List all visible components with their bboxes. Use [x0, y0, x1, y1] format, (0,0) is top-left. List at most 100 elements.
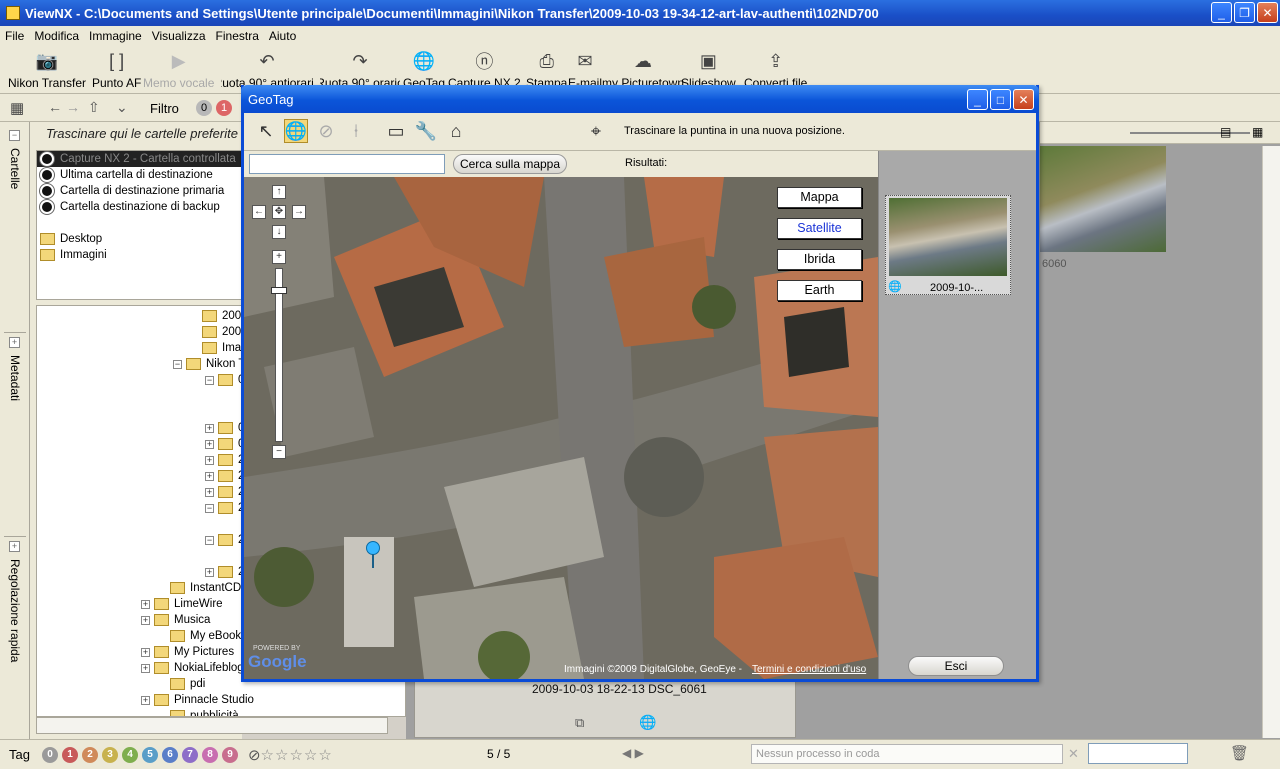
track-icon[interactable]: ⍿ [344, 119, 368, 143]
vertical-scrollbar[interactable] [1262, 146, 1280, 738]
favorite-item[interactable]: Cartella destinazione di backup [37, 199, 241, 215]
remove-pin-icon[interactable]: ⊘ [314, 119, 338, 143]
dialog-close-button[interactable]: ✕ [1013, 89, 1034, 110]
nikon-transfer-button[interactable]: 📷 Nikon Transfer [8, 46, 86, 94]
tree-item[interactable]: pdi [157, 676, 205, 692]
wrench-icon[interactable]: 🔧 [414, 119, 438, 143]
rating-stars[interactable]: ☆☆☆☆☆ [261, 746, 333, 764]
tree-item[interactable]: + My Pictures [141, 644, 234, 660]
tag-4[interactable]: 4 [121, 746, 138, 763]
tab-cartelle[interactable]: − Cartelle [4, 126, 26, 326]
back-arrow-icon[interactable]: ← [48, 99, 62, 115]
expand-icon[interactable]: + [141, 695, 150, 705]
expand-icon[interactable]: + [9, 541, 20, 552]
dialog-maximize-button[interactable]: □ [990, 89, 1011, 110]
zoom-out-icon[interactable]: − [272, 445, 286, 459]
map-search-input[interactable] [249, 154, 445, 174]
tag-9[interactable]: 9 [221, 746, 238, 763]
expand-icon[interactable]: + [141, 663, 150, 673]
pointer-arrow-icon[interactable]: ↖ [254, 119, 278, 143]
tag-8[interactable]: 8 [201, 746, 218, 763]
pan-left-icon[interactable]: ← [252, 205, 266, 219]
pan-center-icon[interactable]: ✥ [272, 205, 286, 219]
map-pin-icon[interactable] [366, 541, 380, 555]
expand-icon[interactable]: + [205, 567, 214, 577]
cancel-icon[interactable]: ✕ [1068, 746, 1079, 762]
collapse-icon[interactable]: − [9, 130, 20, 141]
search-input[interactable] [1088, 743, 1188, 764]
tag-2[interactable]: 2 [81, 746, 98, 763]
tree-item[interactable]: + LimeWire [141, 596, 223, 612]
collapse-icon[interactable]: − [205, 503, 214, 513]
tree-item[interactable]: My eBooks [157, 628, 247, 644]
favorite-item[interactable]: Capture NX 2 - Cartella controllata [37, 151, 241, 167]
map-type-earth[interactable]: Earth [777, 280, 862, 301]
expand-icon[interactable]: + [205, 423, 214, 433]
collapse-icon[interactable]: − [205, 375, 214, 385]
terms-link[interactable]: Termini e condizioni d'uso [752, 664, 866, 675]
tab-regolazione-rapida[interactable]: + Regolazione rapida [4, 536, 26, 736]
forward-arrow-icon[interactable]: → [66, 99, 80, 115]
tag-3[interactable]: 3 [101, 746, 118, 763]
list-view-icon[interactable]: ▤ [1220, 125, 1231, 139]
globe-icon[interactable]: 🌐 [284, 119, 308, 143]
collapse-icon[interactable]: − [205, 535, 214, 545]
grid-view-icon[interactable]: ▦ [10, 99, 24, 117]
menu-visualizza[interactable]: Visualizza [147, 29, 211, 43]
favorite-item[interactable]: Cartella di destinazione primaria [37, 183, 241, 199]
voice-memo-button[interactable]: ▶ Memo vocale [143, 46, 214, 94]
restore-button[interactable]: ❐ [1234, 2, 1255, 23]
grid-view-icon[interactable]: ▦ [1252, 125, 1263, 139]
folder-menu-icon[interactable]: ⌄ [116, 99, 128, 116]
tree-item[interactable]: pubblicità [157, 708, 239, 716]
map-type-satellite[interactable]: Satellite [777, 218, 862, 239]
map-search-button[interactable]: Cerca sulla mappa [453, 154, 567, 174]
compare-icon[interactable]: ⧉ [575, 715, 584, 731]
tag-7[interactable]: 7 [181, 746, 198, 763]
expand-icon[interactable]: + [205, 439, 214, 449]
tree-item[interactable]: + Pinnacle Studio [141, 692, 254, 708]
trash-icon[interactable]: 🗑 [1230, 744, 1249, 762]
menu-file[interactable]: File [0, 29, 29, 43]
satellite-map[interactable]: ↑ ← ✥ → ↓ + − Mappa Satellite Ibrida Ear… [244, 177, 878, 679]
horizontal-scrollbar[interactable] [36, 717, 388, 734]
tab-metadati[interactable]: + Metadati [4, 332, 26, 532]
filter-badge-1[interactable]: 1 [216, 100, 232, 116]
pan-up-icon[interactable]: ↑ [272, 185, 286, 199]
tree-item[interactable]: + Musica [141, 612, 210, 628]
pan-right-icon[interactable]: → [292, 205, 306, 219]
tag-0[interactable]: 0 [41, 746, 58, 763]
menu-immagine[interactable]: Immagine [84, 29, 147, 43]
zoom-slider[interactable] [275, 268, 283, 442]
zoom-slider[interactable] [1130, 132, 1250, 134]
zoom-in-icon[interactable]: + [272, 250, 286, 264]
home-icon[interactable]: ⌂ [444, 119, 468, 143]
expand-icon[interactable]: + [205, 487, 214, 497]
af-point-button[interactable]: [ ] Punto AF [92, 46, 141, 94]
expand-icon[interactable]: + [141, 599, 150, 609]
map-type-ibrida[interactable]: Ibrida [777, 249, 862, 270]
minimize-button[interactable]: _ [1211, 2, 1232, 23]
exit-button[interactable]: Esci [908, 656, 1004, 676]
pan-down-icon[interactable]: ↓ [272, 225, 286, 239]
expand-icon[interactable]: + [205, 471, 214, 481]
expand-icon[interactable]: + [141, 647, 150, 657]
tag-5[interactable]: 5 [141, 746, 158, 763]
process-queue[interactable]: Nessun processo in coda [751, 744, 1063, 764]
expand-icon[interactable]: + [9, 337, 20, 348]
dialog-minimize-button[interactable]: _ [967, 89, 988, 110]
close-button[interactable]: ✕ [1257, 2, 1278, 23]
expand-icon[interactable]: + [205, 455, 214, 465]
place-item[interactable]: Desktop [37, 231, 241, 247]
photo-thumbnail[interactable] [1040, 146, 1166, 252]
collapse-icon[interactable]: − [173, 359, 182, 369]
tree-item[interactable]: + NokiaLifeblog [141, 660, 244, 676]
filter-badge-0[interactable]: 0 [196, 100, 212, 116]
menu-finestra[interactable]: Finestra [211, 29, 264, 43]
frame-icon[interactable]: ▭ [384, 119, 408, 143]
crosshair-icon[interactable]: ⌖ [584, 119, 608, 143]
tag-1[interactable]: 1 [61, 746, 78, 763]
zoom-slider-handle[interactable] [271, 287, 287, 294]
map-type-mappa[interactable]: Mappa [777, 187, 862, 208]
favorite-item[interactable]: Ultima cartella di destinazione [37, 167, 241, 183]
